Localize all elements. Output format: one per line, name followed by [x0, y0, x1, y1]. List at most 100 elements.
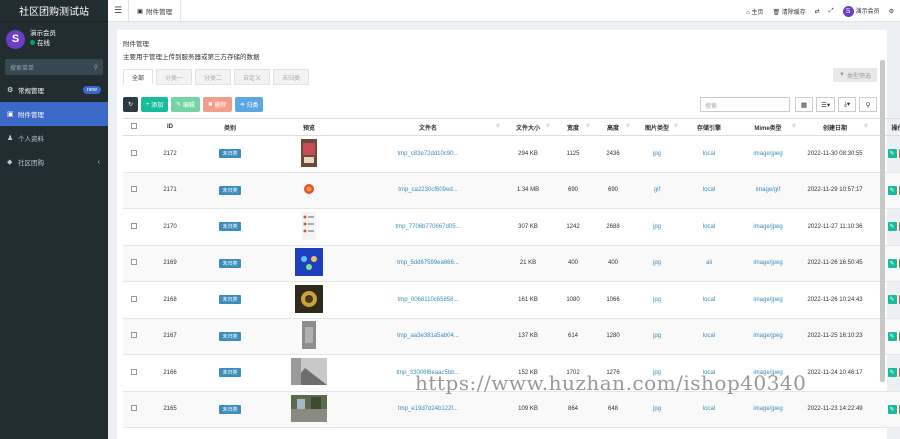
- cell-preview[interactable]: [265, 245, 353, 282]
- category-badge[interactable]: 未归类: [219, 331, 241, 341]
- preview-thumbnail[interactable]: [291, 358, 327, 387]
- filename-link[interactable]: tmp_aa3e381a5ab04...: [397, 333, 459, 339]
- storage-link[interactable]: local: [703, 297, 715, 303]
- category-badge[interactable]: 未归类: [219, 295, 241, 305]
- filename-link[interactable]: tmp_ca2230cf609ed...: [398, 187, 457, 193]
- cell-filename[interactable]: tmp_5dd67599ea666...: [353, 245, 503, 282]
- col-mime[interactable]: Mime类型 ⇵: [737, 118, 799, 136]
- col-created[interactable]: 创建日期 ⇵: [799, 118, 871, 136]
- type-link[interactable]: jpg: [653, 406, 661, 412]
- cell-preview[interactable]: [265, 208, 353, 246]
- tab-custom[interactable]: 自定义: [234, 69, 271, 85]
- storage-link[interactable]: local: [703, 406, 715, 412]
- delete-button[interactable]: ✖ 删除: [202, 97, 232, 112]
- table-row[interactable]: 2165 未归类 tmp_e19d7d24b122f... 109 KB 864 648 j…: [123, 391, 900, 428]
- preview-thumbnail[interactable]: [303, 183, 315, 197]
- cell-filename[interactable]: tmp_ca2230cf609ed...: [353, 172, 503, 209]
- edit-row-button[interactable]: ✎: [887, 368, 897, 378]
- mime-link[interactable]: image/jpeg: [753, 297, 782, 303]
- preview-thumbnail[interactable]: [301, 138, 317, 169]
- cell-preview[interactable]: [265, 391, 353, 428]
- cell-preview[interactable]: [265, 354, 353, 392]
- edit-row-button[interactable]: ✎: [887, 149, 897, 159]
- type-link[interactable]: gif: [654, 187, 660, 193]
- type-link[interactable]: jpg: [653, 260, 661, 266]
- tab-category-2[interactable]: 分类二: [195, 69, 232, 85]
- edit-row-button[interactable]: ✎: [887, 295, 897, 305]
- row-checkbox[interactable]: [123, 245, 145, 282]
- storage-link[interactable]: local: [703, 333, 715, 339]
- toggle-view-icon[interactable]: ▦: [795, 97, 813, 112]
- refresh-button[interactable]: ↻: [123, 97, 138, 112]
- col-width[interactable]: 宽度 ⇵: [553, 118, 593, 136]
- edit-button[interactable]: ✎ 编辑: [171, 97, 200, 112]
- edit-row-button[interactable]: ✎: [887, 185, 897, 195]
- sidebar-search[interactable]: 搜索菜单 ⚲: [5, 59, 103, 75]
- category-badge[interactable]: 未归类: [219, 368, 241, 378]
- category-badge[interactable]: 未归类: [219, 222, 241, 232]
- table-row[interactable]: 2170 未归类 tmp_7706b770667d05... 307 KB 1242 26…: [123, 208, 900, 246]
- filename-link[interactable]: tmp_5dd67599ea666...: [397, 260, 459, 266]
- table-row[interactable]: 2167 未归类 tmp_aa3e381a5ab04... 137 KB 614 1280…: [123, 318, 900, 355]
- preview-thumbnail[interactable]: [295, 284, 323, 315]
- clear-cache-link[interactable]: 🗑 清除缓存: [772, 7, 805, 16]
- sidebar-item-profile[interactable]: ♟ 个人资料: [0, 126, 108, 150]
- sidebar-item-general[interactable]: ⚙ 常规管理 new: [0, 78, 108, 102]
- filename-link[interactable]: tmp_e19d7d24b122f...: [398, 406, 458, 412]
- search-icon[interactable]: ⚲: [859, 97, 878, 112]
- fullscreen-icon[interactable]: ⤢: [829, 8, 834, 15]
- search-input[interactable]: 搜索: [700, 97, 790, 112]
- category-badge[interactable]: 未归类: [219, 185, 241, 195]
- filename-link[interactable]: tmp_0068110c65858...: [398, 297, 459, 303]
- edit-row-button[interactable]: ✎: [887, 222, 897, 232]
- classify-button[interactable]: ➜ 归类: [234, 97, 264, 112]
- row-checkbox[interactable]: [123, 172, 145, 209]
- settings-gear-icon[interactable]: ⚙: [889, 8, 894, 15]
- col-id[interactable]: ID: [145, 118, 195, 136]
- user-menu[interactable]: S 演示会员: [842, 5, 880, 17]
- cell-filename[interactable]: tmp_0068110c65858...: [353, 281, 503, 319]
- home-link[interactable]: ⌂ 主页: [746, 7, 763, 16]
- row-checkbox[interactable]: [123, 318, 145, 355]
- table-row[interactable]: 2168 未归类 tmp_0068110c65858... 161 KB 1080 106…: [123, 281, 900, 319]
- tab-unclassified[interactable]: 未归类: [273, 69, 310, 85]
- col-storage[interactable]: 存储引擎: [681, 118, 737, 136]
- table-row[interactable]: 2169 未归类 tmp_5dd67599ea666... 21 KB 400 400 jp…: [123, 245, 900, 282]
- type-link[interactable]: jpg: [653, 224, 661, 230]
- tab-category-1[interactable]: 分类一: [156, 69, 193, 85]
- row-checkbox[interactable]: [123, 135, 145, 173]
- cell-filename[interactable]: tmp_c83e72dd10c90...: [353, 135, 503, 173]
- search-icon[interactable]: ⚲: [94, 64, 98, 71]
- storage-link[interactable]: ali: [706, 260, 712, 266]
- storage-link[interactable]: local: [703, 224, 715, 230]
- columns-icon[interactable]: ☰▾: [816, 97, 836, 112]
- translate-icon[interactable]: ⇄: [815, 8, 820, 15]
- col-filename[interactable]: 文件名 ⇵: [353, 118, 503, 136]
- filename-link[interactable]: tmp_c83e72dd10c90...: [397, 151, 458, 157]
- col-category[interactable]: 类别: [195, 118, 265, 136]
- category-badge[interactable]: 未归类: [219, 149, 241, 159]
- preview-thumbnail[interactable]: [291, 394, 327, 424]
- type-link[interactable]: jpg: [653, 151, 661, 157]
- edit-row-button[interactable]: ✎: [887, 331, 897, 341]
- edit-row-button[interactable]: ✎: [887, 404, 897, 414]
- cell-filename[interactable]: tmp_7706b770667d05...: [353, 208, 503, 246]
- sidebar-item-group-buy[interactable]: ◆ 社区团购 ‹: [0, 150, 108, 174]
- mime-link[interactable]: image/jpeg: [753, 406, 782, 412]
- mime-link[interactable]: image/jpeg: [753, 333, 782, 339]
- tab-all[interactable]: 全部: [123, 69, 154, 85]
- cell-filename[interactable]: tmp_e19d7d24b122f...: [353, 391, 503, 428]
- filter-button[interactable]: ▼ 类型筛选: [833, 68, 877, 82]
- cell-preview[interactable]: [265, 281, 353, 319]
- export-icon[interactable]: ⤓▾: [838, 97, 857, 112]
- type-link[interactable]: jpg: [653, 297, 661, 303]
- storage-link[interactable]: local: [703, 151, 715, 157]
- edit-row-button[interactable]: ✎: [887, 258, 897, 268]
- category-badge[interactable]: 未归类: [219, 404, 241, 414]
- cell-preview[interactable]: [265, 135, 353, 173]
- filename-link[interactable]: tmp_7706b770667d05...: [395, 224, 460, 230]
- cell-preview[interactable]: [265, 172, 353, 209]
- add-button[interactable]: + 添加: [141, 97, 169, 112]
- col-size[interactable]: 文件大小 ⇵: [503, 118, 553, 136]
- row-checkbox[interactable]: [123, 281, 145, 319]
